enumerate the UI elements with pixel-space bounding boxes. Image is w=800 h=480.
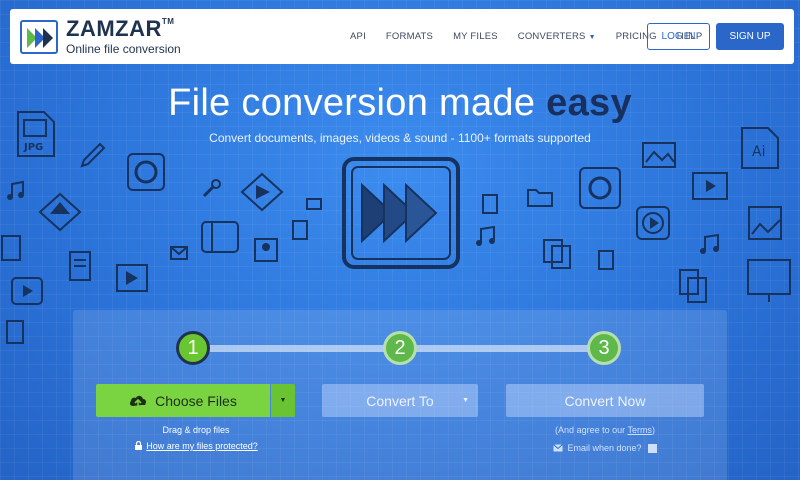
files-protected-link[interactable]: How are my files protected? — [146, 441, 258, 451]
hero-title-main: File conversion made — [168, 82, 547, 124]
play-circle-icon — [636, 206, 670, 240]
envelope-icon — [553, 444, 564, 452]
video-file-icon — [11, 277, 43, 305]
logo-tagline: Online file conversion — [66, 42, 181, 56]
logo-trademark: TM — [161, 17, 175, 26]
email-when-done-row: Email when done? — [506, 443, 704, 453]
hero-title-emphasis: easy — [546, 82, 632, 124]
caret-down-icon: ▼ — [462, 397, 469, 404]
page: JPG Ai ZAMZARTM Online file conversion A… — [0, 0, 800, 480]
play-video-icon — [240, 172, 284, 212]
hero-subtitle: Convert documents, images, videos & soun… — [209, 131, 591, 145]
copy-icon — [543, 239, 571, 269]
lock-icon — [135, 440, 143, 450]
logo-name: ZAMZAR — [66, 16, 162, 41]
envelope-icon — [170, 246, 188, 260]
file-stack-icon — [1, 235, 21, 261]
top-header: ZAMZARTM Online file conversion API FORM… — [10, 9, 794, 64]
convert-now-button[interactable]: Convert Now — [506, 384, 704, 417]
hero-title: File conversion made easy — [0, 82, 800, 125]
cloud-upload-icon — [130, 395, 147, 407]
nav-converters[interactable]: CONVERTERS ▼ — [518, 31, 596, 42]
email-when-done-checkbox[interactable] — [647, 443, 657, 453]
svg-text:Ai: Ai — [752, 144, 765, 160]
terms-link[interactable]: Terms — [627, 425, 652, 435]
login-button[interactable]: LOG IN — [647, 23, 710, 50]
nav-converters-label: CONVERTERS — [517, 31, 586, 42]
file-lock-right-icon — [482, 194, 498, 214]
step-1: 1 — [176, 331, 210, 365]
record-icon — [127, 153, 165, 191]
hero-play-graphic — [342, 157, 460, 269]
caret-down-icon: ▼ — [588, 34, 596, 41]
lock-file-icon — [292, 220, 308, 240]
image-file-icon — [38, 192, 82, 232]
choose-files-dropdown[interactable]: ▼ — [271, 384, 295, 417]
zamzar-logo[interactable]: ZAMZARTM Online file conversion — [20, 18, 181, 55]
caret-down-icon: ▼ — [279, 397, 287, 404]
drag-drop-text: Drag & drop files — [162, 425, 230, 435]
music-note-icon — [7, 180, 24, 200]
doc-file-icon — [69, 251, 91, 281]
audio-note-icon — [476, 225, 495, 246]
film-icon — [201, 221, 239, 253]
monitor-icon — [747, 259, 791, 302]
image-frame-icon — [748, 206, 782, 240]
step-3: 3 — [587, 331, 621, 365]
photo-icon — [579, 167, 621, 209]
file-outline-icon — [598, 250, 614, 270]
step-2: 2 — [383, 331, 417, 365]
agree-prefix: (And agree to our — [555, 425, 628, 435]
play-tile-icon — [116, 264, 148, 292]
envelope-small-icon — [306, 198, 322, 210]
logo-mark-icon — [20, 19, 58, 54]
file-copy-icon — [679, 269, 707, 303]
protected-link-row: How are my files protected? — [96, 440, 296, 451]
signup-button[interactable]: SIGN UP — [716, 23, 784, 50]
convert-to-select[interactable]: Convert To ▼ — [322, 384, 478, 417]
choose-files-button[interactable]: Choose Files — [96, 384, 270, 417]
contact-icon — [254, 238, 278, 262]
folder-icon — [527, 189, 553, 207]
video-frame-icon — [692, 172, 728, 200]
music-note-right-icon — [700, 233, 719, 254]
file-small-icon — [6, 320, 24, 344]
agree-terms-text: (And agree to our Terms) — [506, 425, 704, 435]
agree-suffix: ) — [651, 425, 655, 435]
convert-to-label: Convert To — [366, 392, 434, 409]
nav-api[interactable]: API — [350, 31, 366, 42]
nav-formats[interactable]: FORMATS — [386, 31, 433, 42]
choose-files-label: Choose Files — [155, 392, 237, 409]
nav-my-files[interactable]: MY FILES — [453, 31, 498, 42]
wrench-icon — [202, 179, 221, 198]
email-when-done-label: Email when done? — [567, 443, 642, 453]
